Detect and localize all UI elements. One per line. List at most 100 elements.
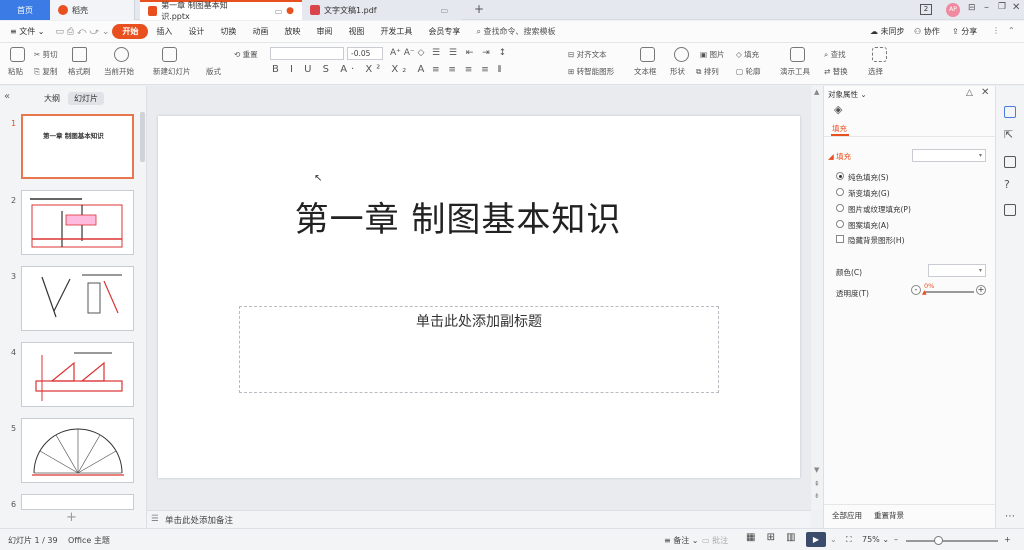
menu-review[interactable]: 审阅 <box>308 26 340 37</box>
fill-button[interactable]: ◇ 填充 <box>736 49 759 60</box>
reset-button[interactable]: ⟲ 重置 <box>234 49 258 60</box>
fill-type-select[interactable]: ▾ <box>912 149 986 162</box>
notes-toggle[interactable]: ≡ 备注 ⌄ <box>664 535 699 546</box>
apply-all-button[interactable]: 全部应用 <box>832 510 862 521</box>
slide-thumbnail-2[interactable] <box>21 190 134 255</box>
format-painter-icon[interactable] <box>72 47 87 62</box>
slide-thumbnail-4[interactable] <box>21 342 134 407</box>
more-icon[interactable]: ⋯ <box>1005 511 1015 522</box>
play-icon[interactable] <box>114 47 129 62</box>
slides-icon[interactable] <box>1004 156 1016 168</box>
demo-tools-button[interactable]: 演示工具 <box>780 66 810 77</box>
menu-member[interactable]: 会员专享 <box>420 26 468 37</box>
tab-home[interactable]: 首页 <box>0 0 50 20</box>
font-grow-shrink-icons[interactable]: A⁺ A⁻ ◇ <box>390 48 424 58</box>
more-menu-icon[interactable]: ⋮ <box>992 26 1000 35</box>
pane-header[interactable]: 对象属性 ⌄ <box>828 89 867 100</box>
menu-animation[interactable]: 动画 <box>244 26 276 37</box>
add-slide-button[interactable]: + <box>66 510 77 525</box>
find-button[interactable]: ⌕ 查找 <box>824 49 846 60</box>
new-slide-icon[interactable] <box>162 47 177 62</box>
avatar[interactable]: AP <box>946 3 960 17</box>
play-from-current-button[interactable]: 当前开始 <box>104 66 134 77</box>
badge-count[interactable]: 2 <box>920 4 932 15</box>
radio-gradient-fill[interactable] <box>836 188 844 196</box>
play-slideshow-button[interactable]: ▶ <box>806 532 826 547</box>
scroll-down-icon[interactable]: ▼ <box>814 466 819 474</box>
zoom-slider-thumb[interactable] <box>934 536 943 545</box>
subtitle-placeholder[interactable]: 单击此处添加副标题 <box>239 306 719 393</box>
properties-icon[interactable] <box>1004 106 1016 118</box>
slide-thumbnail-3[interactable] <box>21 266 134 331</box>
menu-home[interactable]: 开始 <box>112 24 149 39</box>
tab-pptx[interactable]: 第一章 制图基本知识.pptx ▭ ● <box>140 0 302 21</box>
copy-button[interactable]: ⎘ 复制 <box>34 66 57 77</box>
tab-screen-icon-2[interactable]: ▭ <box>441 6 449 15</box>
shape-icon[interactable] <box>674 47 689 62</box>
fill-bucket-icon[interactable]: ◈ <box>834 103 842 116</box>
shape-button[interactable]: 形状 <box>670 66 685 77</box>
tile-icon[interactable]: ⊟ <box>968 3 976 13</box>
transparency-slider[interactable] <box>924 291 974 293</box>
canvas-scrollbar[interactable]: ▲ ▼ ⇞ ⇟ <box>812 86 823 510</box>
font-size-select[interactable]: -0.05 <box>347 47 383 60</box>
prev-slide-icon[interactable]: ⇞ <box>814 480 820 488</box>
tab-docer[interactable]: 稻壳 <box>50 0 135 20</box>
archive-icon[interactable] <box>1004 204 1016 216</box>
slideshow-options-icon[interactable]: ⌄ <box>830 535 837 544</box>
menu-slideshow[interactable]: 放映 <box>276 26 308 37</box>
collapse-pane-icon[interactable]: « <box>4 91 10 102</box>
slide-thumbnail-5[interactable] <box>21 418 134 483</box>
reset-bg-button[interactable]: 重置背景 <box>874 510 904 521</box>
theme-name[interactable]: Office 主题 <box>68 535 110 546</box>
pin-icon[interactable]: △ <box>966 88 973 98</box>
new-tab-button[interactable]: + <box>474 2 484 16</box>
replace-button[interactable]: ⇄ 替换 <box>824 66 848 77</box>
menu-design[interactable]: 设计 <box>180 26 212 37</box>
radio-solid-fill[interactable] <box>836 172 844 180</box>
collab-button[interactable]: ⚇ 协作 <box>914 26 940 37</box>
zoom-in-icon[interactable]: + <box>1004 535 1011 544</box>
close-pane-icon[interactable]: ✕ <box>981 87 989 98</box>
notes-bar[interactable]: ☰ 单击此处添加备注 <box>147 510 811 528</box>
radio-pattern-fill[interactable] <box>836 220 844 228</box>
smart-graphic-button[interactable]: ⊞ 转智能图形 <box>568 66 614 77</box>
menu-insert[interactable]: 插入 <box>148 26 180 37</box>
arrange-button[interactable]: ⧉ 排列 <box>696 66 719 77</box>
paste-button[interactable]: 粘贴 <box>8 66 23 77</box>
color-picker[interactable]: ▾ <box>928 264 986 277</box>
font-name-select[interactable] <box>270 47 344 60</box>
slide-thumbnail-6[interactable] <box>21 494 134 510</box>
radio-picture-fill[interactable] <box>836 204 844 212</box>
pane-scrollbar[interactable] <box>140 112 145 162</box>
select-button[interactable]: 选择 <box>868 66 883 77</box>
outline-button[interactable]: ▢ 轮廓 <box>736 66 760 77</box>
slide-canvas[interactable]: 第一章 制图基本知识 单击此处添加副标题 <box>158 116 800 478</box>
layout-button[interactable]: 版式 <box>206 66 221 77</box>
scroll-up-icon[interactable]: ▲ <box>814 88 819 96</box>
transparency-increase-icon[interactable]: + <box>976 285 986 295</box>
fill-section[interactable]: ◢ 填充 <box>828 151 851 162</box>
menu-view[interactable]: 视图 <box>340 26 372 37</box>
command-search[interactable]: ⌕ 查找命令、搜索模板 <box>468 26 563 37</box>
textbox-icon[interactable] <box>640 47 655 62</box>
fit-window-icon[interactable]: ⛶ <box>846 535 852 545</box>
tab-outline[interactable]: 大纲 <box>38 92 66 105</box>
format-painter-button[interactable]: 格式刷 <box>68 66 91 77</box>
notes-placeholder[interactable]: 单击此处添加备注 <box>165 516 233 526</box>
comments-toggle[interactable]: ▭ 批注 <box>702 535 728 546</box>
tab-pdf[interactable]: 文字文稿1.pdf ▭ <box>302 0 462 20</box>
textbox-button[interactable]: 文本框 <box>634 66 657 77</box>
menu-transition[interactable]: 切换 <box>212 26 244 37</box>
slide-title[interactable]: 第一章 制图基本知识 <box>158 192 758 241</box>
collapse-ribbon-icon[interactable]: ⌃ <box>1008 26 1015 35</box>
font-style-buttons[interactable]: B I U S A· X² X₂ A <box>272 64 428 75</box>
tab-screen-icon[interactable]: ▭ <box>275 7 283 16</box>
demo-tools-icon[interactable] <box>790 47 805 62</box>
quick-access-icons[interactable]: ▭ ⎙ ⤺ ⤻ ⌄ <box>56 27 110 37</box>
transparency-thumb[interactable]: ▲ <box>922 289 927 296</box>
next-slide-icon[interactable]: ⇟ <box>814 492 820 500</box>
zoom-level[interactable]: 75% ⌄ <box>862 535 889 544</box>
minimize-icon[interactable]: – <box>984 2 989 13</box>
sync-status[interactable]: ☁ 未同步 <box>870 26 905 37</box>
